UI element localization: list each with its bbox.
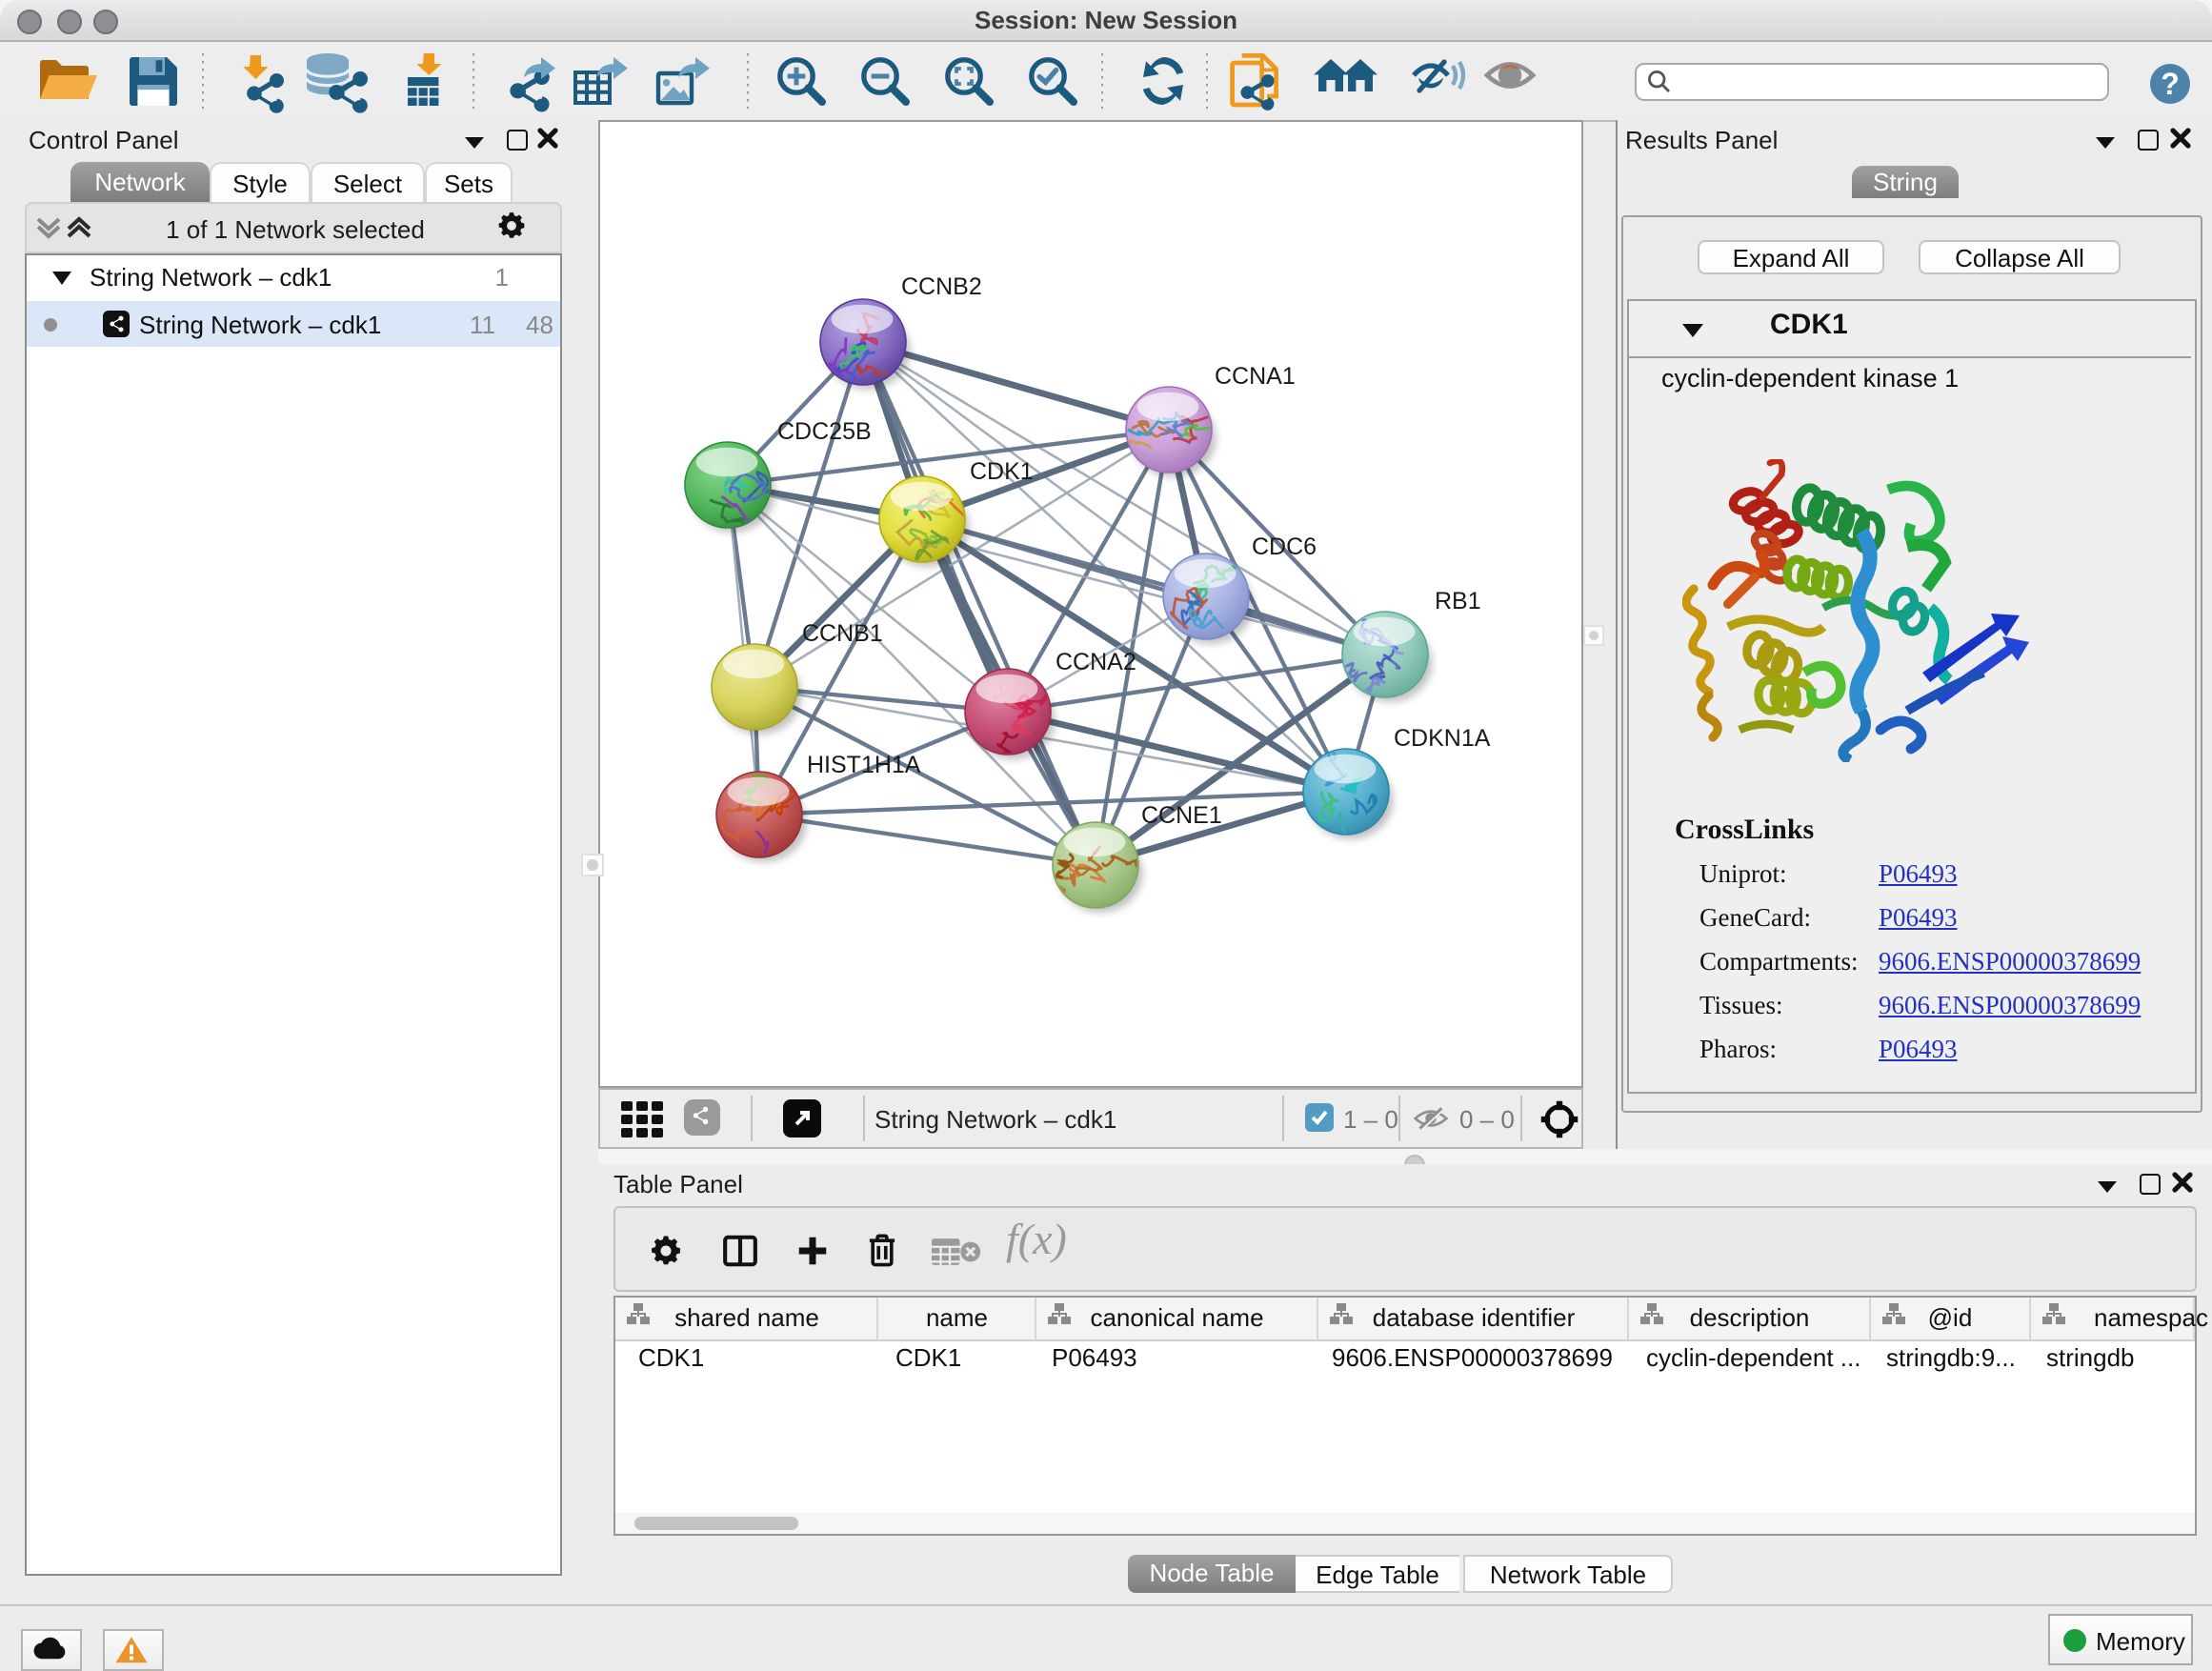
svg-text:HIST1H1A: HIST1H1A [807, 752, 921, 778]
svg-text:CDK1: CDK1 [970, 458, 1034, 485]
svg-text:CCNB1: CCNB1 [802, 620, 883, 647]
svg-text:CDC6: CDC6 [1252, 534, 1317, 560]
svg-text:?: ? [2161, 67, 2180, 101]
svg-text:CCNA1: CCNA1 [1215, 363, 1296, 390]
svg-text:CCNE1: CCNE1 [1141, 802, 1222, 829]
svg-text:CCNB2: CCNB2 [901, 273, 982, 300]
svg-text:RB1: RB1 [1435, 588, 1481, 614]
svg-text:CCNA2: CCNA2 [1056, 649, 1136, 675]
svg-text:CDC25B: CDC25B [777, 418, 872, 445]
svg-text:CDKN1A: CDKN1A [1394, 725, 1491, 752]
